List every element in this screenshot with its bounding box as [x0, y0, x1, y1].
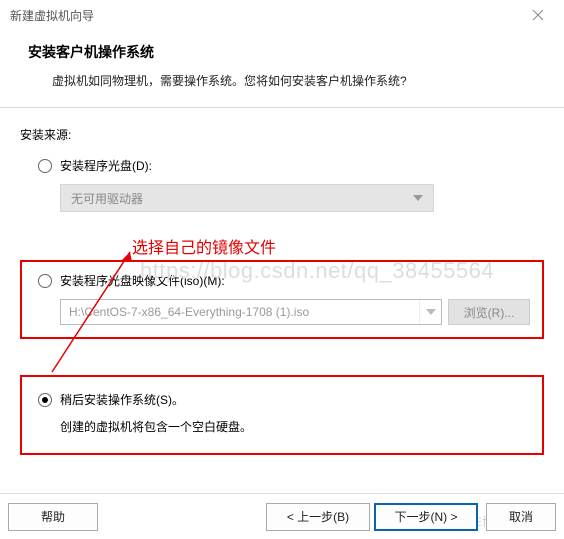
cancel-button[interactable]: 取消: [486, 503, 556, 531]
page-heading: 安装客户机操作系统: [28, 42, 540, 62]
later-desc: 创建的虚拟机将包含一个空白硬盘。: [38, 418, 526, 435]
iso-path-select[interactable]: H:\CentOS-7-x86_64-Everything-1708 (1).i…: [60, 299, 442, 325]
iso-option-group: 安装程序光盘映像文件(iso)(M): H:\CentOS-7-x86_64-E…: [20, 260, 544, 339]
source-label: 安装来源:: [20, 126, 544, 143]
radio-disc-label: 安装程序光盘(D):: [60, 157, 152, 174]
close-button[interactable]: [518, 3, 558, 27]
chevron-down-icon: [426, 309, 436, 315]
radio-iso[interactable]: [38, 274, 52, 288]
back-button[interactable]: < 上一步(B): [266, 503, 370, 531]
browse-button[interactable]: 浏览(R)...: [448, 299, 530, 325]
iso-path-text: H:\CentOS-7-x86_64-Everything-1708 (1).i…: [69, 305, 309, 319]
page-subtext: 虚拟机如同物理机，需要操作系统。您将如何安装客户机操作系统?: [28, 72, 540, 89]
radio-later-label: 稍后安装操作系统(S)。: [60, 391, 184, 408]
radio-later[interactable]: [38, 393, 52, 407]
radio-disc[interactable]: [38, 159, 52, 173]
later-option-group: 稍后安装操作系统(S)。 创建的虚拟机将包含一个空白硬盘。: [20, 375, 544, 455]
drive-select[interactable]: 无可用驱动器: [60, 184, 434, 212]
annotation-text: 选择自己的镜像文件: [132, 234, 276, 258]
window-title: 新建虚拟机向导: [10, 7, 94, 24]
next-button[interactable]: 下一步(N) >: [374, 503, 478, 531]
help-button[interactable]: 帮助: [8, 503, 98, 531]
radio-iso-label: 安装程序光盘映像文件(iso)(M):: [60, 272, 225, 289]
drive-select-text: 无可用驱动器: [71, 190, 143, 207]
chevron-down-icon: [413, 195, 423, 201]
